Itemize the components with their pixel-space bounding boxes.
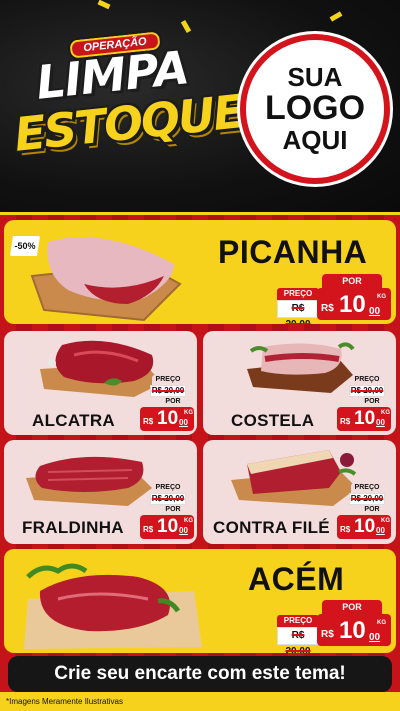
price-cents: 00 [179, 526, 188, 535]
new-price: R$ 10 00 KG [337, 515, 391, 539]
confetti [97, 0, 111, 10]
product-name: PICANHA [218, 234, 368, 270]
old-price: R$ 20,00 [349, 385, 385, 397]
old-price: R$ 20,00 [150, 385, 186, 397]
new-price: R$ 10 00 KG [317, 288, 391, 320]
new-price: R$ 10 00 KG [140, 407, 194, 431]
old-price: R$ 20,00 [349, 493, 385, 505]
currency: R$ [340, 417, 351, 426]
costela-image [247, 342, 355, 393]
price-cents: 00 [369, 632, 381, 643]
unit: KG [381, 410, 390, 416]
price-integer: 10 [157, 408, 179, 429]
logo-text-2: LOGO [264, 89, 366, 128]
new-price: R$ 10 00 KG [317, 614, 391, 646]
currency: R$ [143, 417, 154, 426]
unit: KG [184, 410, 193, 416]
campaign-title: OPERAÇÃO LIMPA ESTOQUE [10, 28, 245, 198]
unit: KG [184, 518, 193, 524]
preco-label: PREÇO [152, 375, 184, 385]
contra-file-image [231, 450, 357, 506]
por-label: POR [356, 397, 388, 407]
fraldinha-image [26, 456, 152, 506]
preco-label: PREÇO [351, 375, 383, 385]
price-integer: 10 [354, 516, 376, 537]
logo-placeholder[interactable]: SUA LOGO AQUI [240, 34, 390, 184]
currency: R$ [321, 629, 334, 640]
por-label: POR [157, 397, 189, 407]
product-card-acem[interactable]: ACÉM POR PREÇO R$ 20,00 R$ 10 00 KG [4, 549, 396, 653]
preco-label: PREÇO [277, 288, 319, 300]
por-label: POR [322, 274, 382, 288]
price-cents: 00 [376, 526, 385, 535]
logo-text-3: AQUI [282, 124, 348, 155]
old-price: R$ 20,00 [277, 627, 319, 653]
product-name: FRALDINHA [22, 518, 124, 537]
flyer: OPERAÇÃO LIMPA ESTOQUE SUA LOGO AQUI PIC… [0, 0, 400, 711]
picanha-image [30, 237, 182, 322]
price-integer: 10 [339, 617, 366, 644]
por-label: POR [322, 600, 382, 614]
product-name: COSTELA [231, 411, 315, 430]
price-integer: 10 [354, 408, 376, 429]
logo-text-1: SUA [287, 61, 343, 92]
disclaimer-text: *Imagens Meramente Ilustrativas [6, 697, 123, 706]
product-name: CONTRA FILÉ [213, 518, 330, 537]
preco-label: PREÇO [277, 615, 319, 627]
price-cents: 00 [369, 306, 381, 317]
currency: R$ [321, 303, 334, 314]
product-card-picanha[interactable]: PICANHA POR PREÇO R$ 20,00 R$ 10 00 KG [4, 220, 396, 324]
product-card-alcatra[interactable]: ALCATRA PREÇO R$ 20,00 POR R$ 10 00 KG [4, 331, 197, 435]
preco-label: PREÇO [351, 483, 383, 493]
por-label: POR [157, 505, 189, 515]
product-card-fraldinha[interactable]: FRALDINHA PREÇO R$ 20,00 POR R$ 10 00 KG [4, 440, 197, 544]
unit: KG [381, 518, 390, 524]
price-cents: 00 [179, 418, 188, 427]
acem-image [24, 563, 202, 649]
unit: KG [377, 294, 386, 300]
currency: R$ [340, 525, 351, 534]
product-card-contra-file[interactable]: CONTRA FILÉ PREÇO R$ 20,00 POR R$ 10 00 … [203, 440, 396, 544]
price-cents: 00 [376, 418, 385, 427]
new-price: R$ 10 00 KG [140, 515, 194, 539]
por-label: POR [356, 505, 388, 515]
discount-badge: -50% [10, 236, 40, 256]
price-integer: 10 [157, 516, 179, 537]
currency: R$ [143, 525, 154, 534]
preco-label: PREÇO [152, 483, 184, 493]
product-card-costela[interactable]: COSTELA PREÇO R$ 20,00 POR R$ 10 00 KG [203, 331, 396, 435]
old-price: R$ 20,00 [277, 300, 319, 324]
price-integer: 10 [339, 291, 366, 318]
new-price: R$ 10 00 KG [337, 407, 391, 431]
product-name: ALCATRA [32, 411, 115, 430]
cta-button[interactable]: Crie seu encarte com este tema! [8, 656, 392, 692]
unit: KG [377, 620, 386, 626]
header-banner: OPERAÇÃO LIMPA ESTOQUE SUA LOGO AQUI [0, 0, 400, 212]
old-price: R$ 20,00 [150, 493, 186, 505]
product-name: ACÉM [248, 561, 345, 597]
confetti [329, 11, 343, 22]
